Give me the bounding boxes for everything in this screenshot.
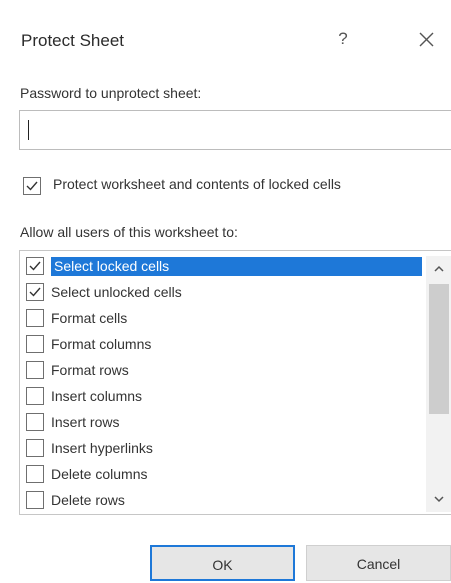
list-item[interactable]: Delete columns xyxy=(23,462,423,486)
permission-checkbox[interactable] xyxy=(26,283,44,301)
permission-checkbox[interactable] xyxy=(26,387,44,405)
permission-checkbox[interactable] xyxy=(26,335,44,353)
list-item[interactable]: Format rows xyxy=(23,358,423,382)
password-input[interactable] xyxy=(19,110,451,150)
list-item[interactable]: Format cells xyxy=(23,306,423,330)
list-item[interactable]: Insert rows xyxy=(23,410,423,434)
permission-checkbox[interactable] xyxy=(26,361,44,379)
permission-label: Delete columns xyxy=(51,466,148,482)
close-icon xyxy=(419,32,434,47)
scroll-up-button[interactable] xyxy=(426,258,451,280)
chevron-up-icon xyxy=(434,265,444,272)
protect-worksheet-checkbox[interactable] xyxy=(23,177,41,195)
permission-label: Insert hyperlinks xyxy=(51,440,153,456)
list-scrollbar[interactable] xyxy=(426,256,451,512)
list-item[interactable]: Delete rows xyxy=(23,488,423,512)
close-button[interactable] xyxy=(416,27,438,51)
permission-checkbox[interactable] xyxy=(26,465,44,483)
permission-label: Insert rows xyxy=(51,414,120,430)
permission-label: Insert columns xyxy=(51,388,143,404)
permission-checkbox[interactable] xyxy=(26,257,44,275)
scroll-down-button[interactable] xyxy=(426,488,451,510)
permission-checkbox[interactable] xyxy=(26,309,44,327)
permissions-list[interactable]: Select locked cells Select unlocked cell… xyxy=(19,250,451,515)
checkmark-icon xyxy=(26,181,38,191)
list-item[interactable]: Select unlocked cells xyxy=(23,280,423,304)
protect-worksheet-label: Protect worksheet and contents of locked… xyxy=(53,176,341,192)
list-item[interactable]: Insert columns xyxy=(23,384,423,408)
protect-sheet-dialog: Protect Sheet ? Password to unprotect sh… xyxy=(0,0,451,581)
protect-worksheet-option[interactable]: Protect worksheet and contents of locked… xyxy=(23,175,451,197)
permission-checkbox[interactable] xyxy=(26,439,44,457)
list-item[interactable]: Select locked cells xyxy=(23,254,423,278)
checkmark-icon xyxy=(29,261,41,271)
list-item[interactable]: Format columns xyxy=(23,332,423,356)
permission-label: Select unlocked cells xyxy=(51,284,182,300)
checkmark-icon xyxy=(29,287,41,297)
scroll-thumb[interactable] xyxy=(429,284,449,414)
help-button[interactable]: ? xyxy=(333,27,353,51)
dialog-title: Protect Sheet xyxy=(21,31,125,50)
permission-label: Delete rows xyxy=(51,492,125,508)
text-caret xyxy=(28,120,29,140)
allow-users-label: Allow all users of this worksheet to: xyxy=(20,224,238,240)
permission-checkbox[interactable] xyxy=(26,491,44,509)
password-label: Password to unprotect sheet: xyxy=(20,85,202,101)
permission-label: Format cells xyxy=(51,310,128,326)
permission-checkbox[interactable] xyxy=(26,413,44,431)
list-item[interactable]: Insert hyperlinks xyxy=(23,436,423,460)
chevron-down-icon xyxy=(434,496,444,503)
permission-label: Format rows xyxy=(51,362,129,378)
permission-label: Format columns xyxy=(51,336,152,352)
permission-label: Select locked cells xyxy=(51,257,422,276)
